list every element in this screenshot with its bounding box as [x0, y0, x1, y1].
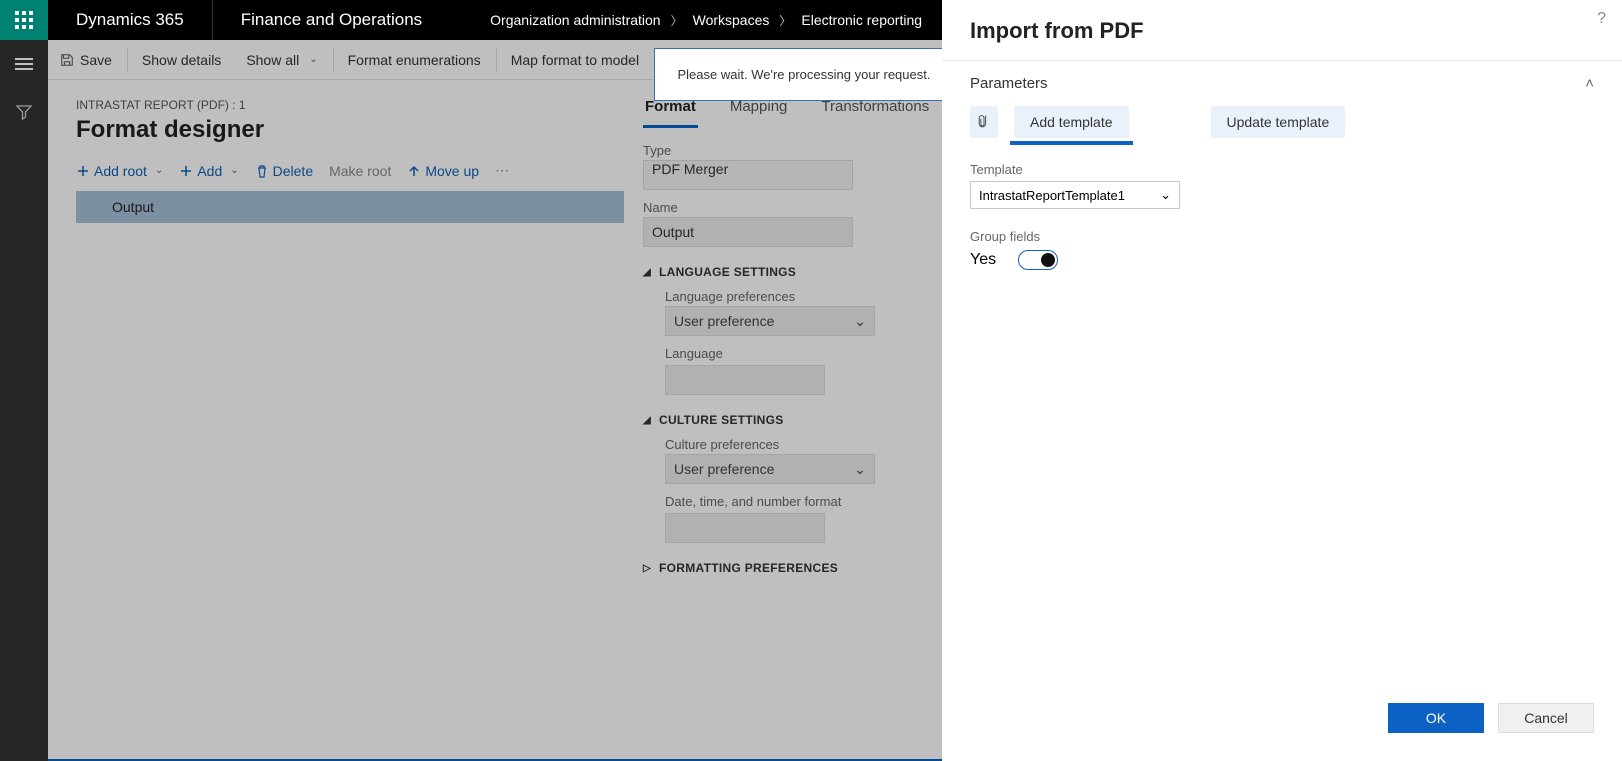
- delete-label: Delete: [273, 163, 313, 179]
- dtnf-field[interactable]: [665, 513, 825, 543]
- page-title: Format designer: [76, 116, 643, 144]
- brand-module: Finance and Operations: [213, 0, 450, 40]
- chevron-down-icon: ⌄: [854, 313, 866, 330]
- parameters-label: Parameters: [970, 75, 1048, 92]
- language-label: Language: [665, 346, 913, 361]
- group-fields-label: Group fields: [970, 229, 1594, 244]
- add-button[interactable]: Add ⌄: [179, 163, 238, 179]
- format-enum-label: Format enumerations: [348, 52, 481, 68]
- filter-icon[interactable]: [0, 88, 48, 136]
- triangle-right-icon: ▷: [643, 563, 651, 574]
- show-all-button[interactable]: Show all ⌄: [234, 40, 330, 80]
- make-root-button[interactable]: Make root: [329, 163, 391, 179]
- hamburger-icon[interactable]: [0, 40, 48, 88]
- chevron-down-icon: ⌄: [1160, 187, 1171, 203]
- active-tab-underline: [1010, 141, 1133, 145]
- attachment-icon[interactable]: [970, 106, 998, 138]
- language-settings-header[interactable]: ◢ LANGUAGE SETTINGS: [643, 265, 913, 279]
- chevron-right-icon: 〉: [779, 12, 791, 29]
- add-label: Add: [197, 163, 222, 179]
- language-field[interactable]: [665, 365, 825, 395]
- triangle-down-icon: ◢: [643, 415, 651, 426]
- chevron-down-icon: ⌄: [230, 165, 238, 176]
- import-panel: ? Import from PDF Parameters ˄ Add templ…: [942, 0, 1622, 761]
- tree-node-output[interactable]: Output: [76, 191, 624, 223]
- culture-pref-label: Culture preferences: [665, 437, 913, 452]
- designer-toolbar: Add root⌄ Add⌄ Delete Make root Move up …: [76, 162, 643, 179]
- save-label: Save: [80, 52, 112, 68]
- designer-left-pane: INTRASTAT REPORT (PDF) : 1 Format design…: [48, 80, 643, 761]
- lang-pref-label: Language preferences: [665, 289, 913, 304]
- triangle-down-icon: ◢: [643, 267, 651, 278]
- more-icon[interactable]: ⋯: [495, 162, 511, 179]
- formatting-pref-header[interactable]: ▷ FORMATTING PREFERENCES: [643, 561, 913, 575]
- dtnf-label: Date, time, and number format: [665, 494, 913, 509]
- type-value: PDF Merger: [652, 161, 728, 177]
- help-icon[interactable]: ?: [1597, 10, 1606, 28]
- formatting-pref-label: FORMATTING PREFERENCES: [659, 561, 838, 575]
- panel-footer: OK Cancel: [942, 689, 1622, 761]
- move-up-label: Move up: [425, 163, 479, 179]
- format-enum-button[interactable]: Format enumerations: [336, 40, 494, 80]
- culture-pref-value: User preference: [674, 461, 774, 477]
- cancel-button[interactable]: Cancel: [1498, 703, 1594, 733]
- name-field[interactable]: [643, 217, 853, 247]
- template-action-row: Add template Update template: [942, 106, 1622, 144]
- name-label: Name: [643, 200, 913, 215]
- group-fields-toggle[interactable]: [1018, 250, 1058, 270]
- breadcrumb-item[interactable]: Workspaces: [693, 12, 770, 28]
- add-template-button[interactable]: Add template: [1014, 106, 1129, 138]
- breadcrumb-item[interactable]: Electronic reporting: [801, 12, 922, 28]
- lang-pref-select[interactable]: User preference ⌄: [665, 306, 875, 336]
- group-fields-value: Yes: [970, 251, 996, 269]
- tab-transformations[interactable]: Transformations: [819, 98, 931, 128]
- breadcrumb: Organization administration 〉 Workspaces…: [490, 0, 922, 40]
- culture-pref-select[interactable]: User preference ⌄: [665, 454, 875, 484]
- panel-title: Import from PDF: [942, 0, 1622, 61]
- chevron-up-icon: ˄: [1585, 75, 1594, 92]
- tab-mapping[interactable]: Mapping: [728, 98, 790, 128]
- show-all-label: Show all: [246, 52, 299, 68]
- panel-body: Template IntrastatReportTemplate1 ⌄ Grou…: [942, 144, 1622, 689]
- culture-settings-header[interactable]: ◢ CULTURE SETTINGS: [643, 413, 913, 427]
- ok-button[interactable]: OK: [1388, 703, 1484, 733]
- language-settings-label: LANGUAGE SETTINGS: [659, 265, 796, 279]
- update-template-button[interactable]: Update template: [1211, 106, 1346, 138]
- parameters-header[interactable]: Parameters ˄: [942, 61, 1622, 106]
- add-root-button[interactable]: Add root ⌄: [76, 163, 163, 179]
- show-details-button[interactable]: Show details: [130, 40, 234, 80]
- save-button[interactable]: Save: [48, 40, 125, 80]
- chevron-down-icon: ⌄: [155, 165, 163, 176]
- culture-settings-label: CULTURE SETTINGS: [659, 413, 784, 427]
- map-format-button[interactable]: Map format to model: [499, 40, 652, 80]
- make-root-label: Make root: [329, 163, 391, 179]
- tab-format[interactable]: Format: [643, 98, 698, 128]
- processing-toast: Please wait. We're processing your reque…: [654, 48, 954, 101]
- lang-pref-value: User preference: [674, 313, 774, 329]
- add-root-label: Add root: [94, 163, 147, 179]
- type-label: Type: [643, 143, 913, 158]
- format-tree: Output: [76, 191, 643, 223]
- map-format-label: Map format to model: [511, 52, 639, 68]
- chevron-right-icon: 〉: [671, 12, 683, 29]
- show-details-label: Show details: [142, 52, 221, 68]
- template-value: IntrastatReportTemplate1: [979, 188, 1125, 203]
- format-form: Type PDF Merger Name ◢LANGUAGE SETTINGS …: [643, 143, 913, 575]
- chevron-down-icon: ⌄: [309, 54, 317, 65]
- delete-button[interactable]: Delete: [255, 163, 313, 179]
- chevron-down-icon: ⌄: [854, 461, 866, 478]
- brand-dynamics: Dynamics 365: [48, 0, 213, 40]
- page-subtitle: INTRASTAT REPORT (PDF) : 1: [76, 98, 643, 112]
- left-nav-rail: [0, 40, 48, 761]
- template-select[interactable]: IntrastatReportTemplate1 ⌄: [970, 181, 1180, 209]
- move-up-button[interactable]: Move up: [407, 163, 479, 179]
- app-launcher-icon[interactable]: [0, 0, 48, 40]
- type-field: PDF Merger: [643, 160, 853, 190]
- template-label: Template: [970, 162, 1594, 177]
- breadcrumb-item[interactable]: Organization administration: [490, 12, 660, 28]
